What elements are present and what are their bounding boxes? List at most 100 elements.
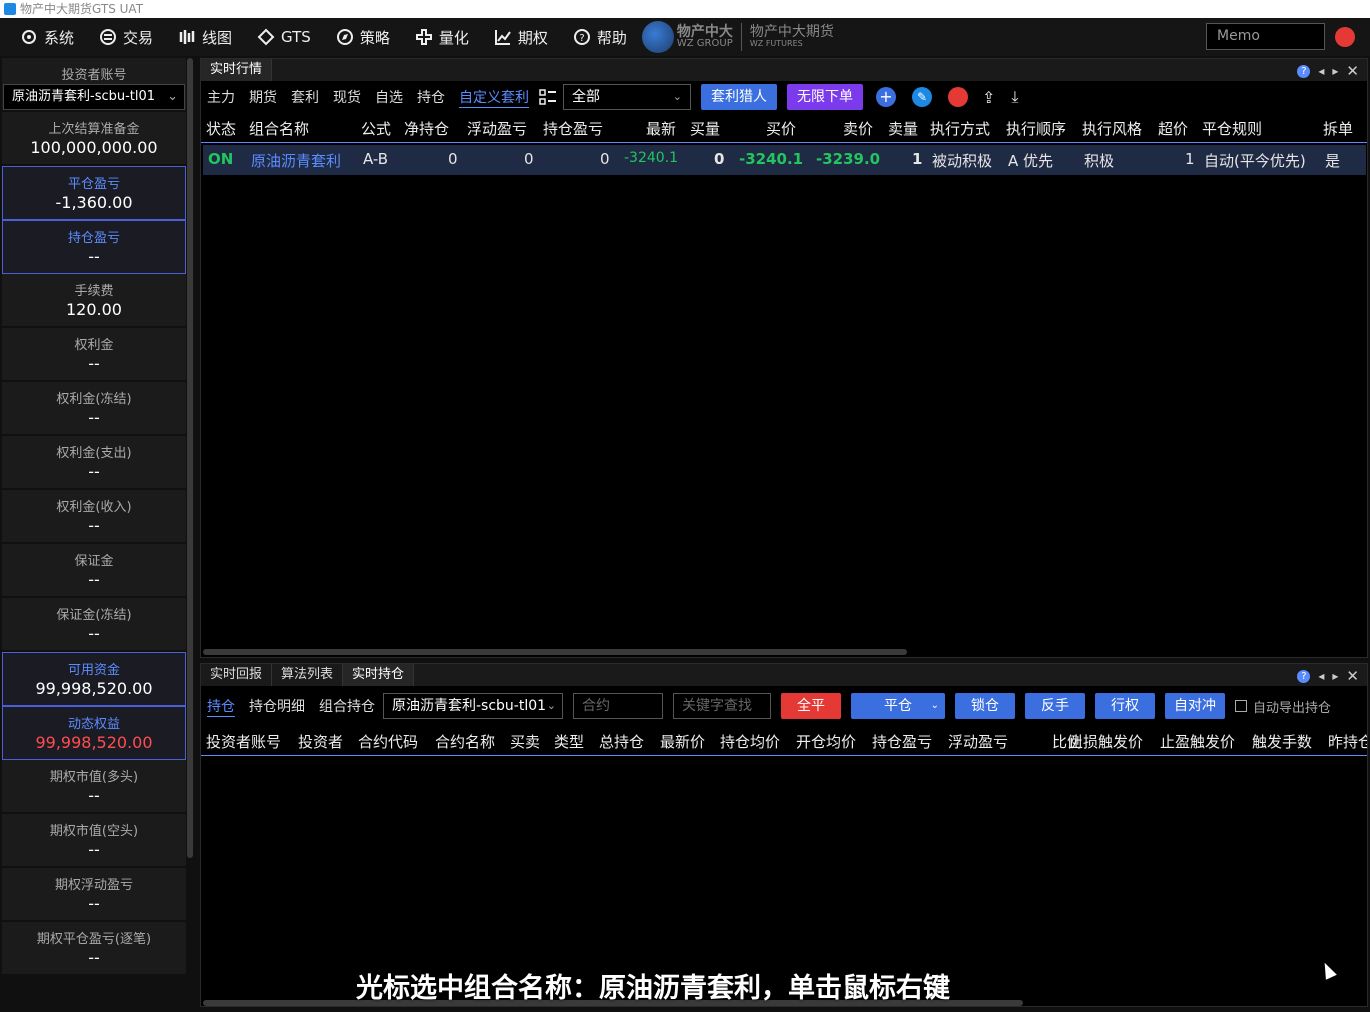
column-header[interactable]: 持仓盈亏 (872, 731, 932, 752)
edit-icon[interactable]: ✎ (912, 87, 932, 107)
filter-spot[interactable]: 现货 (333, 87, 361, 107)
compass-icon (336, 29, 353, 45)
chevron-down-icon[interactable]: ⌄ (931, 693, 939, 719)
account-select[interactable]: 原油沥青套利-scbu-tl01 ⌄ (383, 693, 563, 719)
column-header[interactable]: 卖价 (843, 118, 873, 139)
column-header[interactable]: 昨持仓 (1328, 731, 1367, 752)
unlimited-order-button[interactable]: 无限下单 (787, 84, 863, 110)
chart-line-icon (494, 30, 511, 45)
menu-help[interactable]: ? 帮助 (573, 27, 627, 48)
column-header[interactable]: 组合名称 (249, 118, 309, 139)
self-hedge-button[interactable]: 自对冲 (1165, 693, 1225, 719)
filter-position[interactable]: 持仓 (207, 696, 235, 717)
menu-chart[interactable]: 线图 (178, 27, 232, 48)
market-hscrollbar[interactable] (203, 649, 907, 655)
column-header[interactable]: 执行方式 (930, 118, 990, 139)
account-field: 动态权益 99,998,520.00 (2, 706, 186, 760)
filter-position[interactable]: 持仓 (417, 87, 445, 107)
menu-quant[interactable]: 量化 (415, 27, 469, 48)
contract-input[interactable]: 合约 (573, 693, 663, 719)
menu-gts[interactable]: GTS (257, 28, 311, 46)
column-header[interactable]: 合约代码 (358, 731, 418, 752)
column-header[interactable]: 卖量 (888, 118, 918, 139)
help-icon[interactable]: ? (1297, 669, 1311, 683)
next-icon[interactable]: ▸ (1332, 64, 1338, 78)
filter-combo-position[interactable]: 组合持仓 (319, 696, 375, 716)
column-header[interactable]: 买卖 (510, 731, 540, 752)
column-header[interactable]: 合约名称 (435, 731, 495, 752)
delete-icon[interactable] (948, 87, 968, 107)
row-combo-name[interactable]: 原油沥青套利 (251, 150, 341, 171)
help-icon[interactable]: ? (1297, 64, 1311, 78)
account-value: 原油沥青套利-scbu-tl01 (12, 89, 156, 104)
column-header[interactable]: 止损触发价 (1068, 731, 1143, 752)
column-header[interactable]: 投资者 (298, 731, 343, 752)
column-header[interactable]: 净持仓 (404, 118, 449, 139)
close-icon[interactable]: ✕ (1346, 667, 1359, 685)
column-header[interactable]: 平仓规则 (1202, 118, 1262, 139)
filter-main[interactable]: 主力 (207, 87, 235, 107)
lock-position-button[interactable]: 锁仓 (955, 693, 1015, 719)
delete-icon[interactable] (1335, 27, 1355, 47)
column-header[interactable]: 超价 (1158, 118, 1188, 139)
table-row[interactable]: ON 原油沥青套利 A-B 0 0 0 -3240.1 0 -3240.1 -3… (203, 145, 1366, 175)
filter-position-detail[interactable]: 持仓明细 (249, 696, 305, 716)
column-header[interactable]: 拆单 (1323, 118, 1353, 139)
menu-strategy[interactable]: 策略 (336, 27, 390, 48)
column-header[interactable]: 总持仓 (599, 731, 644, 752)
column-header[interactable]: 开仓均价 (796, 731, 856, 752)
memo-input[interactable]: Memo (1206, 23, 1325, 50)
tab-algo-list[interactable]: 算法列表 (272, 664, 344, 686)
filter-custom-arbitrage[interactable]: 自定义套利 (459, 87, 529, 108)
arbitrage-hunter-button[interactable]: 套利猎人 (701, 84, 777, 110)
menu-system[interactable]: 系统 (20, 27, 74, 48)
auto-export-checkbox[interactable] (1235, 700, 1247, 712)
tab-realtime-report[interactable]: 实时回报 (201, 664, 273, 686)
column-header[interactable]: 公式 (361, 118, 391, 139)
tab-realtime-quotes[interactable]: 实时行情 (201, 59, 273, 81)
list-view-icon[interactable] (539, 89, 557, 105)
close-position-button[interactable]: 平仓 ⌄ (851, 693, 945, 719)
filter-watchlist[interactable]: 自选 (375, 87, 403, 107)
column-header[interactable]: 最新 (646, 118, 676, 139)
filter-futures[interactable]: 期货 (249, 87, 277, 107)
menu-label: 策略 (359, 28, 390, 47)
column-header[interactable]: 状态 (206, 118, 236, 139)
account-field-label: 期权市值(多头) (49, 770, 139, 785)
column-header[interactable]: 止盈触发价 (1160, 731, 1235, 752)
prev-icon[interactable]: ◂ (1318, 64, 1324, 78)
account-field-value: -1,360.00 (55, 193, 133, 212)
panel-controls: ? ◂ ▸ ✕ (1297, 62, 1359, 80)
menu-label: 量化 (438, 28, 469, 47)
upload-icon[interactable]: ⇪ (982, 88, 995, 107)
column-header[interactable]: 买价 (766, 118, 796, 139)
sidebar-scrollbar[interactable] (187, 58, 193, 858)
column-header[interactable]: 买量 (690, 118, 720, 139)
filter-arbitrage[interactable]: 套利 (291, 87, 319, 107)
keyword-search-input[interactable]: 关键字查找 (673, 693, 771, 719)
column-header[interactable]: 持仓盈亏 (543, 118, 603, 139)
exercise-button[interactable]: 行权 (1095, 693, 1155, 719)
column-header[interactable]: 投资者账号 (206, 731, 281, 752)
column-header[interactable]: 触发手数 (1252, 731, 1312, 752)
column-header[interactable]: 执行风格 (1082, 118, 1142, 139)
column-header[interactable]: 执行顺序 (1006, 118, 1066, 139)
column-header[interactable]: 最新价 (660, 731, 705, 752)
reverse-button[interactable]: 反手 (1025, 693, 1085, 719)
account-field-value: -- (88, 462, 100, 481)
next-icon[interactable]: ▸ (1332, 669, 1338, 683)
close-all-button[interactable]: 全平 (781, 693, 841, 719)
prev-icon[interactable]: ◂ (1318, 669, 1324, 683)
category-select[interactable]: 全部 ⌄ (563, 84, 691, 110)
column-header[interactable]: 浮动盈亏 (948, 731, 1008, 752)
column-header[interactable]: 浮动盈亏 (467, 118, 527, 139)
account-select[interactable]: 原油沥青套利-scbu-tl01 ⌄ (3, 84, 185, 110)
column-header[interactable]: 类型 (554, 731, 584, 752)
column-header[interactable]: 持仓均价 (720, 731, 780, 752)
tab-realtime-position[interactable]: 实时持仓 (343, 664, 415, 686)
download-icon[interactable]: ⤓ (1011, 87, 1018, 107)
add-icon[interactable]: + (876, 87, 896, 107)
close-icon[interactable]: ✕ (1346, 62, 1359, 80)
menu-option[interactable]: 期权 (494, 27, 548, 48)
menu-trade[interactable]: 交易 (99, 27, 153, 48)
